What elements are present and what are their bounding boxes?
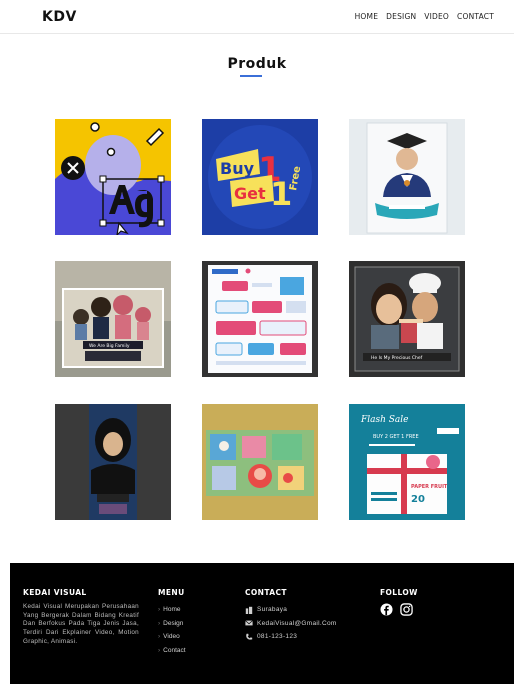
instagram-icon[interactable] xyxy=(400,603,413,616)
nav-video[interactable]: VIDEO xyxy=(424,12,449,21)
graduation-illustration xyxy=(349,119,465,235)
typography-illustration xyxy=(55,119,171,235)
product-tile-hijab-figure[interactable] xyxy=(55,404,171,520)
footer-follow: FOLLOW xyxy=(380,588,418,616)
footer-about-text: Kedai Visual Merupakan Perusahaan Yang B… xyxy=(23,603,139,645)
footer-contact: CONTACT Surabaya KedaiVisual@Gmail.Com 0… xyxy=(245,588,337,644)
phone-icon xyxy=(246,633,253,640)
svg-text:PAPER FRUIT: PAPER FRUIT xyxy=(411,484,448,490)
svg-text:Buy: Buy xyxy=(220,159,255,178)
footer-about-heading: KEDAI VISUAL xyxy=(23,588,87,597)
svg-text:Flash Sale: Flash Sale xyxy=(360,415,409,425)
product-tile-toys[interactable] xyxy=(202,404,318,520)
contact-email[interactable]: KedaiVisual@Gmail.Com xyxy=(245,617,337,631)
product-tile-typography[interactable] xyxy=(55,119,171,235)
top-navbar: KDV HOME DESIGN VIDEO CONTACT xyxy=(0,0,514,34)
main-nav: HOME DESIGN VIDEO CONTACT xyxy=(355,12,494,21)
nav-design[interactable]: DESIGN xyxy=(386,12,416,21)
infographic-illustration xyxy=(202,261,318,377)
brand-logo[interactable]: KDV xyxy=(42,9,77,25)
product-tile-buy1get1[interactable]: Buy 1 Get 1 Free xyxy=(202,119,318,235)
flash-sale-illustration: Flash Sale BUY 2 GET 1 FREE PAPER FRUIT … xyxy=(349,404,465,520)
buy1get1-illustration: Buy 1 Get 1 Free xyxy=(202,119,318,235)
svg-text:20: 20 xyxy=(411,494,425,505)
hijab-figure-illustration xyxy=(55,404,171,520)
chevron-right-icon: › xyxy=(158,646,161,654)
footer-menu-heading: MENU xyxy=(158,588,185,597)
svg-text:We Are Big Family: We Are Big Family xyxy=(89,343,130,349)
product-tile-flash-sale[interactable]: Flash Sale BUY 2 GET 1 FREE PAPER FRUIT … xyxy=(349,404,465,520)
svg-text:He Is My Precious Chef: He Is My Precious Chef xyxy=(371,355,423,361)
contact-phone[interactable]: 081-123-123 xyxy=(245,630,337,644)
product-tile-infographic[interactable] xyxy=(202,261,318,377)
footer-about: KEDAI VISUAL Kedai Visual Merupakan Peru… xyxy=(23,588,139,647)
contact-city: Surabaya xyxy=(245,603,337,617)
site-footer: KEDAI VISUAL Kedai Visual Merupakan Peru… xyxy=(10,563,514,684)
envelope-icon xyxy=(245,620,253,626)
footer-menu-design[interactable]: › Design xyxy=(158,617,186,631)
footer-menu: MENU › Home › Design › Video › Contact xyxy=(158,588,186,657)
footer-menu-home[interactable]: › Home xyxy=(158,603,186,617)
product-tile-family[interactable]: We Are Big Family xyxy=(55,261,171,377)
product-tile-graduation[interactable] xyxy=(349,119,465,235)
section-title: Produk xyxy=(227,56,287,72)
nav-contact[interactable]: CONTACT xyxy=(457,12,494,21)
family-figurine-illustration: We Are Big Family xyxy=(55,261,171,377)
title-underline xyxy=(240,75,262,77)
facebook-icon[interactable] xyxy=(380,603,393,616)
nav-home[interactable]: HOME xyxy=(355,12,379,21)
city-icon xyxy=(245,606,253,614)
footer-menu-video[interactable]: › Video xyxy=(158,630,186,644)
chef-figurine-illustration: He Is My Precious Chef xyxy=(349,261,465,377)
footer-follow-heading: FOLLOW xyxy=(380,588,418,597)
svg-text:Get: Get xyxy=(234,184,266,203)
chevron-right-icon: › xyxy=(158,633,161,640)
svg-text:BUY 2 GET 1 FREE: BUY 2 GET 1 FREE xyxy=(373,434,419,440)
footer-contact-heading: CONTACT xyxy=(245,588,287,597)
footer-menu-contact[interactable]: › Contact xyxy=(158,644,186,658)
chevron-right-icon: › xyxy=(158,619,161,627)
chevron-right-icon: › xyxy=(158,606,161,613)
toys-illustration xyxy=(202,404,318,520)
product-tile-chef[interactable]: He Is My Precious Chef xyxy=(349,261,465,377)
